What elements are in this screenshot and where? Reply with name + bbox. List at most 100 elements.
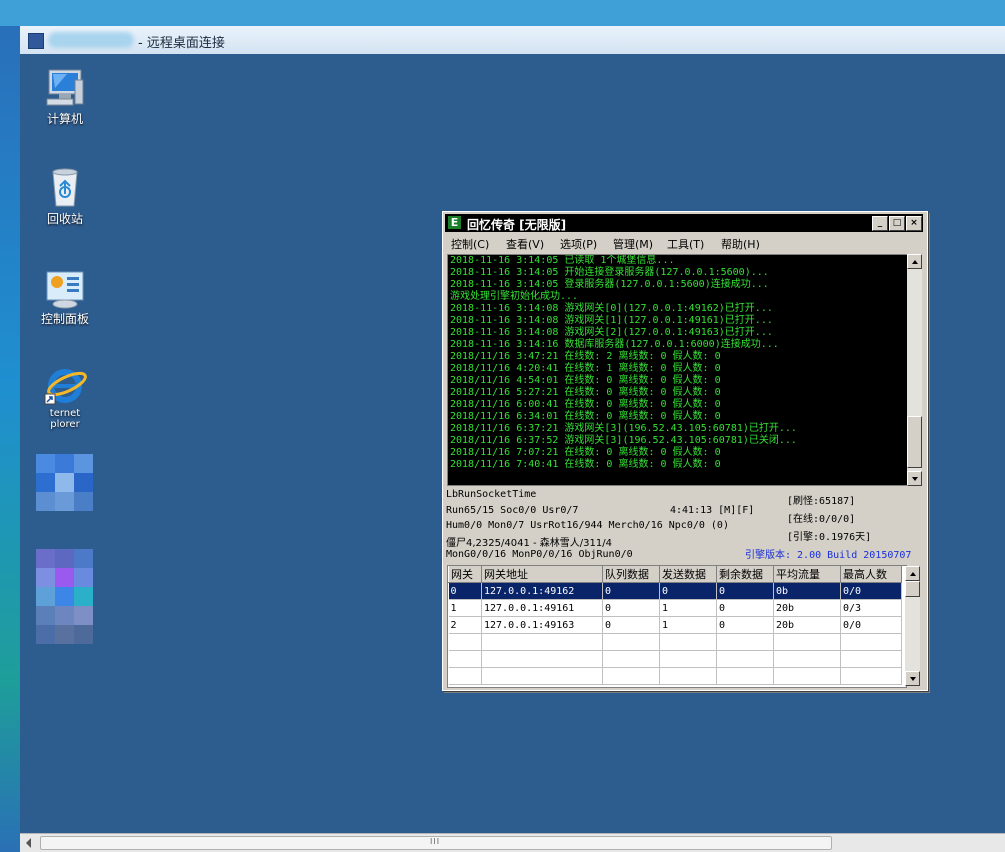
- control-panel-icon: [43, 266, 87, 310]
- cell: [716, 667, 774, 685]
- menu-bar: 控制(C) 查看(V) 选项(P) 管理(M) 工具(T) 帮助(H): [445, 233, 923, 253]
- col-header-avg-traffic[interactable]: 平均流量: [773, 566, 841, 583]
- cell: [773, 667, 841, 685]
- app-title: 回忆传奇 [无限版]: [467, 218, 567, 232]
- arrow-down-icon: [912, 477, 918, 481]
- menu-control[interactable]: 控制(C): [451, 236, 489, 252]
- log-line: 游戏处理引擎初始化成功...: [450, 291, 579, 302]
- cell: 0: [602, 599, 660, 617]
- gateway-grid[interactable]: 网关 网关地址 队列数据 发送数据 剩余数据 平均流量 最高人数 0 127.0…: [447, 565, 907, 688]
- col-header-gateway[interactable]: 网关: [448, 566, 482, 583]
- menu-tools[interactable]: 工具(T): [667, 236, 704, 252]
- cell: [602, 667, 660, 685]
- status-line-5: MonG0/0/16 MonP0/0/16 ObjRun0/0: [446, 549, 633, 560]
- table-row[interactable]: 2 127.0.0.1:49163 0 1 0 20b 0/0: [448, 616, 902, 634]
- col-header-remaining[interactable]: 剩余数据: [716, 566, 774, 583]
- cell: [448, 667, 482, 685]
- arrow-down-icon: [910, 677, 916, 681]
- cell: 127.0.0.1:49161: [481, 599, 603, 617]
- log-line: 2018-11-16 3:14:08 游戏网关[1](127.0.0.1:491…: [450, 315, 773, 326]
- cell: 0: [716, 599, 774, 617]
- desktop-icon-recycle-bin[interactable]: 回收站: [30, 166, 100, 227]
- desktop-icon-internet-explorer[interactable]: ternet plorer: [30, 364, 100, 430]
- log-line: 2018/11/16 6:37:21 游戏网关[3](196.52.43.105…: [450, 423, 797, 434]
- grid-scrollbar[interactable]: [905, 566, 920, 686]
- cell: 127.0.0.1:49162: [481, 582, 603, 600]
- scrollbar-thumb[interactable]: [905, 581, 920, 597]
- host-top-strip: [0, 0, 1005, 26]
- table-row[interactable]: [448, 633, 902, 651]
- col-header-max-users[interactable]: 最高人数: [840, 566, 902, 583]
- menu-manage[interactable]: 管理(M): [613, 236, 653, 252]
- computer-icon: [43, 66, 87, 110]
- menu-options[interactable]: 选项(P): [560, 236, 597, 252]
- log-scrollbar[interactable]: [907, 254, 922, 486]
- engine-version: 引擎版本: 2.00 Build 20150707: [745, 550, 912, 561]
- table-row[interactable]: 0 127.0.0.1:49162 0 0 0 0b 0/0: [448, 582, 902, 600]
- col-header-queue[interactable]: 队列数据: [602, 566, 660, 583]
- status-line-3: Hum0/0 Mon0/7 UsrRot16/944 Merch0/16 Npc…: [446, 520, 729, 531]
- cell: [840, 633, 902, 651]
- status-time: 4:41:13 [M][F]: [670, 505, 755, 516]
- cell: 0: [716, 616, 774, 634]
- status-line-4: 僵尸4,2325/4041 - 森林雪人/311/4: [446, 538, 612, 549]
- cell: 1: [659, 599, 717, 617]
- desktop-icon-control-panel[interactable]: 控制面板: [30, 266, 100, 327]
- menu-help[interactable]: 帮助(H): [721, 236, 760, 252]
- desktop-icon-label: ternet: [49, 408, 81, 419]
- cell: [602, 650, 660, 668]
- cell: [481, 650, 603, 668]
- scroll-left-icon[interactable]: [26, 838, 31, 848]
- close-button[interactable]: ×: [906, 216, 922, 231]
- cell: 1: [448, 599, 482, 617]
- log-line: 2018/11/16 3:47:21 在线数: 2 离线数: 0 假人数: 0: [450, 351, 721, 362]
- cell: [716, 633, 774, 651]
- cell: [840, 650, 902, 668]
- menu-view[interactable]: 查看(V): [506, 236, 544, 252]
- scroll-down-button[interactable]: [907, 471, 922, 486]
- minimize-button[interactable]: _: [872, 216, 888, 231]
- desktop-icon-label: 回收站: [46, 212, 83, 226]
- desktop-icon-label: 计算机: [46, 112, 83, 126]
- scrollbar-thumb[interactable]: [907, 416, 922, 468]
- remote-desktop-titlebar[interactable]: - 远程桌面连接: [20, 26, 1005, 55]
- col-header-address[interactable]: 网关地址: [481, 566, 603, 583]
- cell: 1: [659, 616, 717, 634]
- log-line: 2018-11-16 3:14:16 数据库服务器(127.0.0.1:6000…: [450, 339, 779, 350]
- table-row[interactable]: [448, 650, 902, 668]
- col-header-send[interactable]: 发送数据: [659, 566, 717, 583]
- remote-desktop-icon: [28, 33, 44, 49]
- maximize-button[interactable]: □: [889, 216, 905, 231]
- scroll-up-button[interactable]: [907, 254, 922, 269]
- cell: 0: [448, 582, 482, 600]
- desktop-icon-computer[interactable]: 计算机: [30, 66, 100, 127]
- app-titlebar[interactable]: E 回忆传奇 [无限版] _ □ ×: [445, 214, 923, 232]
- table-row[interactable]: [448, 667, 902, 685]
- cell: 127.0.0.1:49163: [481, 616, 603, 634]
- log-console[interactable]: 2018-11-16 3:14:05 已读取 1个城堡信息... 2018-11…: [447, 254, 909, 486]
- scroll-down-button[interactable]: [905, 671, 920, 686]
- log-line: 2018/11/16 6:34:01 在线数: 0 离线数: 0 假人数: 0: [450, 411, 721, 422]
- cell: [659, 667, 717, 685]
- cell: [448, 633, 482, 651]
- remote-desktop-title: - 远程桌面连接: [138, 36, 225, 51]
- log-line: 2018-11-16 3:14:08 游戏网关[0](127.0.0.1:491…: [450, 303, 773, 314]
- cell: 0: [602, 582, 660, 600]
- blurred-host-name: [48, 32, 134, 48]
- status-line-2: Run65/15 Soc0/0 Usr0/7: [446, 505, 579, 516]
- grid-header-row: 网关 网关地址 队列数据 发送数据 剩余数据 平均流量 最高人数: [448, 566, 902, 583]
- log-line: 2018-11-16 3:14:08 游戏网关[2](127.0.0.1:491…: [450, 327, 773, 338]
- internet-explorer-icon: [43, 364, 87, 408]
- log-line: 2018-11-16 3:14:05 已读取 1个城堡信息...: [450, 255, 675, 266]
- table-row[interactable]: 1 127.0.0.1:49161 0 1 0 20b 0/3: [448, 599, 902, 617]
- scrollbar-grip: III: [430, 837, 441, 846]
- cell: [602, 633, 660, 651]
- status-engine: [引擎:0.1976天]: [787, 532, 872, 543]
- cell: 20b: [773, 616, 841, 634]
- log-line: 2018/11/16 6:00:41 在线数: 0 离线数: 0 假人数: 0: [450, 399, 721, 410]
- horizontal-scrollbar[interactable]: III: [20, 833, 1005, 852]
- cell: [773, 633, 841, 651]
- scroll-up-button[interactable]: [905, 566, 920, 581]
- log-line: 2018/11/16 7:40:41 在线数: 0 离线数: 0 假人数: 0: [450, 459, 721, 470]
- cell: [773, 650, 841, 668]
